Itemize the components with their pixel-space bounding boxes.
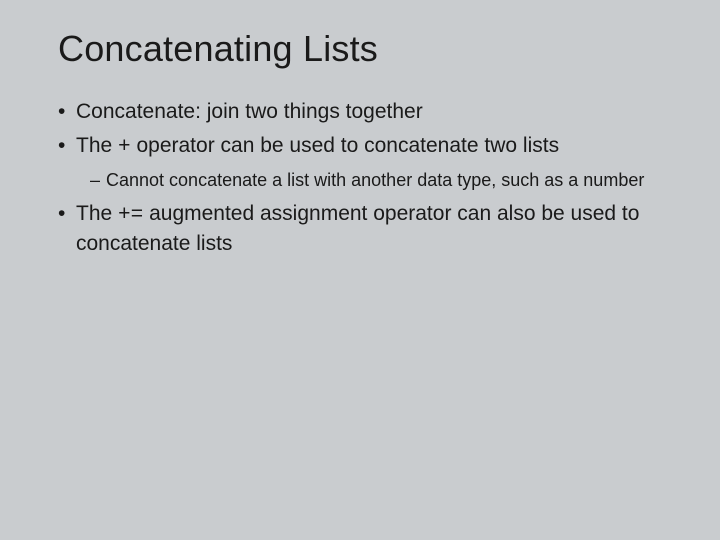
bullet-list: Concatenate: join two things together Th… (58, 98, 670, 259)
bullet-item: The + operator can be used to concatenat… (58, 132, 670, 192)
sub-bullet-text: Cannot concatenate a list with another d… (106, 170, 644, 190)
sub-bullet-list: Cannot concatenate a list with another d… (76, 169, 670, 192)
slide: Concatenating Lists Concatenate: join tw… (0, 0, 720, 540)
bullet-text-suffix: augmented assignment operator can also b… (76, 202, 639, 255)
bullet-text: Concatenate: join two things together (76, 100, 423, 123)
bullet-text-prefix: The (76, 134, 118, 157)
bullet-text-suffix: operator can be used to concatenate two … (131, 134, 559, 157)
slide-title: Concatenating Lists (58, 28, 670, 70)
bullet-item: The += augmented assignment operator can… (58, 200, 670, 259)
bullet-item: Concatenate: join two things together (58, 98, 670, 126)
sub-bullet-item: Cannot concatenate a list with another d… (90, 169, 670, 192)
bullet-text-prefix: The (76, 202, 118, 225)
code-plus-equals-operator: += (118, 204, 143, 227)
code-plus-operator: + (118, 136, 131, 159)
